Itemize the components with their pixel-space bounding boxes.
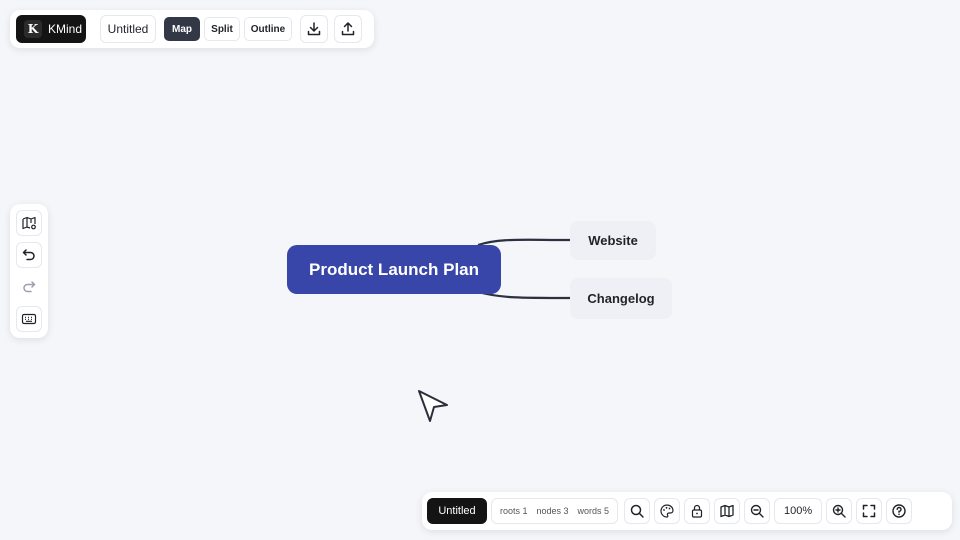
fullscreen-button[interactable] bbox=[856, 498, 883, 524]
mouse-cursor-icon bbox=[418, 390, 448, 422]
zoom-out-button[interactable] bbox=[744, 498, 771, 524]
keyboard-icon bbox=[21, 313, 37, 325]
undo-icon bbox=[22, 249, 35, 261]
search-button[interactable] bbox=[624, 498, 651, 524]
redo-icon bbox=[23, 281, 36, 293]
stat-roots: roots 1 bbox=[500, 506, 528, 516]
theme-button[interactable] bbox=[654, 498, 681, 524]
view-map-button[interactable]: Map bbox=[164, 17, 200, 41]
zoom-in-icon bbox=[832, 504, 846, 518]
undo-button[interactable] bbox=[16, 242, 42, 268]
upload-button[interactable] bbox=[334, 15, 362, 43]
stat-nodes: nodes 3 bbox=[536, 506, 569, 516]
lock-icon bbox=[691, 504, 703, 518]
zoom-in-button[interactable] bbox=[826, 498, 853, 524]
child-node-website[interactable]: Website bbox=[570, 221, 656, 260]
download-button[interactable] bbox=[300, 15, 328, 43]
top-toolbar: K KMind Untitled Map Split Outline bbox=[10, 10, 374, 48]
help-button[interactable] bbox=[886, 498, 913, 524]
fullscreen-icon bbox=[862, 504, 876, 518]
left-toolbar bbox=[10, 204, 48, 338]
view-split-button[interactable]: Split bbox=[204, 17, 240, 41]
view-switch: Map Split Outline bbox=[164, 17, 292, 41]
zoom-level[interactable]: 100% bbox=[774, 498, 823, 524]
file-name-chip[interactable]: Untitled bbox=[427, 498, 487, 524]
child-node-changelog[interactable]: Changelog bbox=[570, 278, 672, 319]
map-settings-icon bbox=[22, 216, 36, 230]
brand-button[interactable]: K KMind bbox=[16, 15, 86, 43]
brand-logo: K bbox=[24, 20, 42, 38]
map-settings-button[interactable] bbox=[16, 210, 42, 236]
stat-words: words 5 bbox=[577, 506, 610, 516]
lock-button[interactable] bbox=[684, 498, 711, 524]
root-node[interactable]: Product Launch Plan bbox=[287, 245, 501, 294]
zoom-out-icon bbox=[750, 504, 764, 518]
upload-icon bbox=[341, 22, 355, 36]
search-icon bbox=[630, 504, 644, 518]
palette-icon bbox=[660, 504, 674, 518]
document-stats: roots 1 nodes 3 words 5 bbox=[491, 498, 619, 524]
document-title[interactable]: Untitled bbox=[100, 15, 156, 43]
minimap-button[interactable] bbox=[714, 498, 741, 524]
keyboard-button[interactable] bbox=[16, 306, 42, 332]
download-icon bbox=[307, 22, 321, 36]
help-icon bbox=[892, 504, 906, 518]
brand-name: KMind bbox=[48, 22, 83, 36]
redo-button[interactable] bbox=[16, 274, 42, 300]
view-outline-button[interactable]: Outline bbox=[244, 17, 292, 41]
bottom-status-bar: Untitled roots 1 nodes 3 words 5 100% bbox=[422, 492, 952, 530]
map-icon bbox=[720, 504, 734, 518]
mindmap-canvas[interactable]: Product Launch Plan Website Changelog bbox=[0, 0, 960, 540]
